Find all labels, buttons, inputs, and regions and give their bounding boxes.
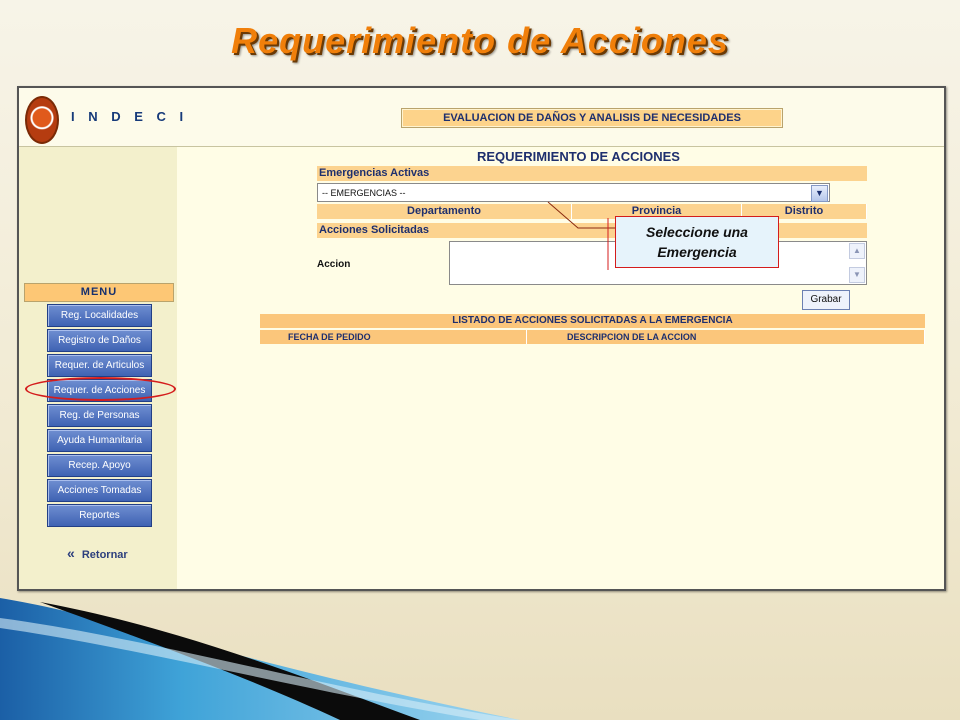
emergencia-select-value: -- EMERGENCIAS -- <box>322 188 406 198</box>
listing-col-fecha: FECHA DE PEDIDO <box>260 330 527 344</box>
chevron-down-icon[interactable]: ▼ <box>811 185 828 202</box>
accion-field-label: Accion <box>317 259 351 270</box>
brand-name: I N D E C I <box>71 109 189 124</box>
retornar-link[interactable]: « Retornar <box>67 545 128 561</box>
slide-title: Requerimiento de Acciones <box>231 20 729 61</box>
scroll-up-icon[interactable]: ▲ <box>849 243 865 259</box>
menu-header: MENU <box>24 283 174 302</box>
emergencia-select[interactable]: -- EMERGENCIAS -- ▼ <box>317 183 830 202</box>
listing-title: LISTADO DE ACCIONES SOLICITADAS A LA EME… <box>260 314 925 328</box>
decorative-swoosh <box>0 598 520 720</box>
menu-item-acciones-tomadas[interactable]: Acciones Tomadas <box>47 479 152 502</box>
double-chevron-left-icon: « <box>67 545 75 561</box>
main-content: REQUERIMIENTO DE ACCIONES Emergencias Ac… <box>177 147 944 589</box>
hint-callout-text: Seleccione una Emergencia <box>646 224 748 260</box>
menu-item-registro-danos[interactable]: Registro de Daños <box>47 329 152 352</box>
form-title: REQUERIMIENTO DE ACCIONES <box>477 149 680 164</box>
listing-col-descripcion: DESCRIPCION DE LA ACCION <box>527 330 925 344</box>
scroll-down-icon[interactable]: ▼ <box>849 267 865 283</box>
geo-col-departamento: Departamento <box>317 204 572 219</box>
system-title: EVALUACION DE DAÑOS Y ANALISIS DE NECESI… <box>401 108 783 128</box>
sidebar: MENU Reg. Localidades Registro de Daños … <box>19 147 177 589</box>
hint-callout: Seleccione una Emergencia <box>615 216 779 268</box>
geo-header-row: Departamento Provincia Distrito <box>317 204 867 219</box>
emergencias-label: Emergencias Activas <box>317 166 867 181</box>
menu-item-reportes[interactable]: Reportes <box>47 504 152 527</box>
menu-item-requer-articulos[interactable]: Requer. de Articulos <box>47 354 152 377</box>
app-header: I N D E C I EVALUACION DE DAÑOS Y ANALIS… <box>19 88 944 147</box>
retornar-label: Retornar <box>81 549 128 561</box>
listing-header-row: FECHA DE PEDIDO DESCRIPCION DE LA ACCION <box>260 330 925 344</box>
grabar-button[interactable]: Grabar <box>802 290 850 310</box>
menu-item-recep-apoyo[interactable]: Recep. Apoyo <box>47 454 152 477</box>
menu-item-requer-acciones[interactable]: Requer. de Acciones <box>47 379 152 402</box>
menu-item-reg-localidades[interactable]: Reg. Localidades <box>47 304 152 327</box>
menu-item-ayuda-humanitaria[interactable]: Ayuda Humanitaria <box>47 429 152 452</box>
acciones-solicitadas-label: Acciones Solicitadas <box>317 223 867 238</box>
indeci-logo-icon <box>25 96 59 144</box>
menu-item-reg-personas[interactable]: Reg. de Personas <box>47 404 152 427</box>
app-window: I N D E C I EVALUACION DE DAÑOS Y ANALIS… <box>17 86 946 591</box>
